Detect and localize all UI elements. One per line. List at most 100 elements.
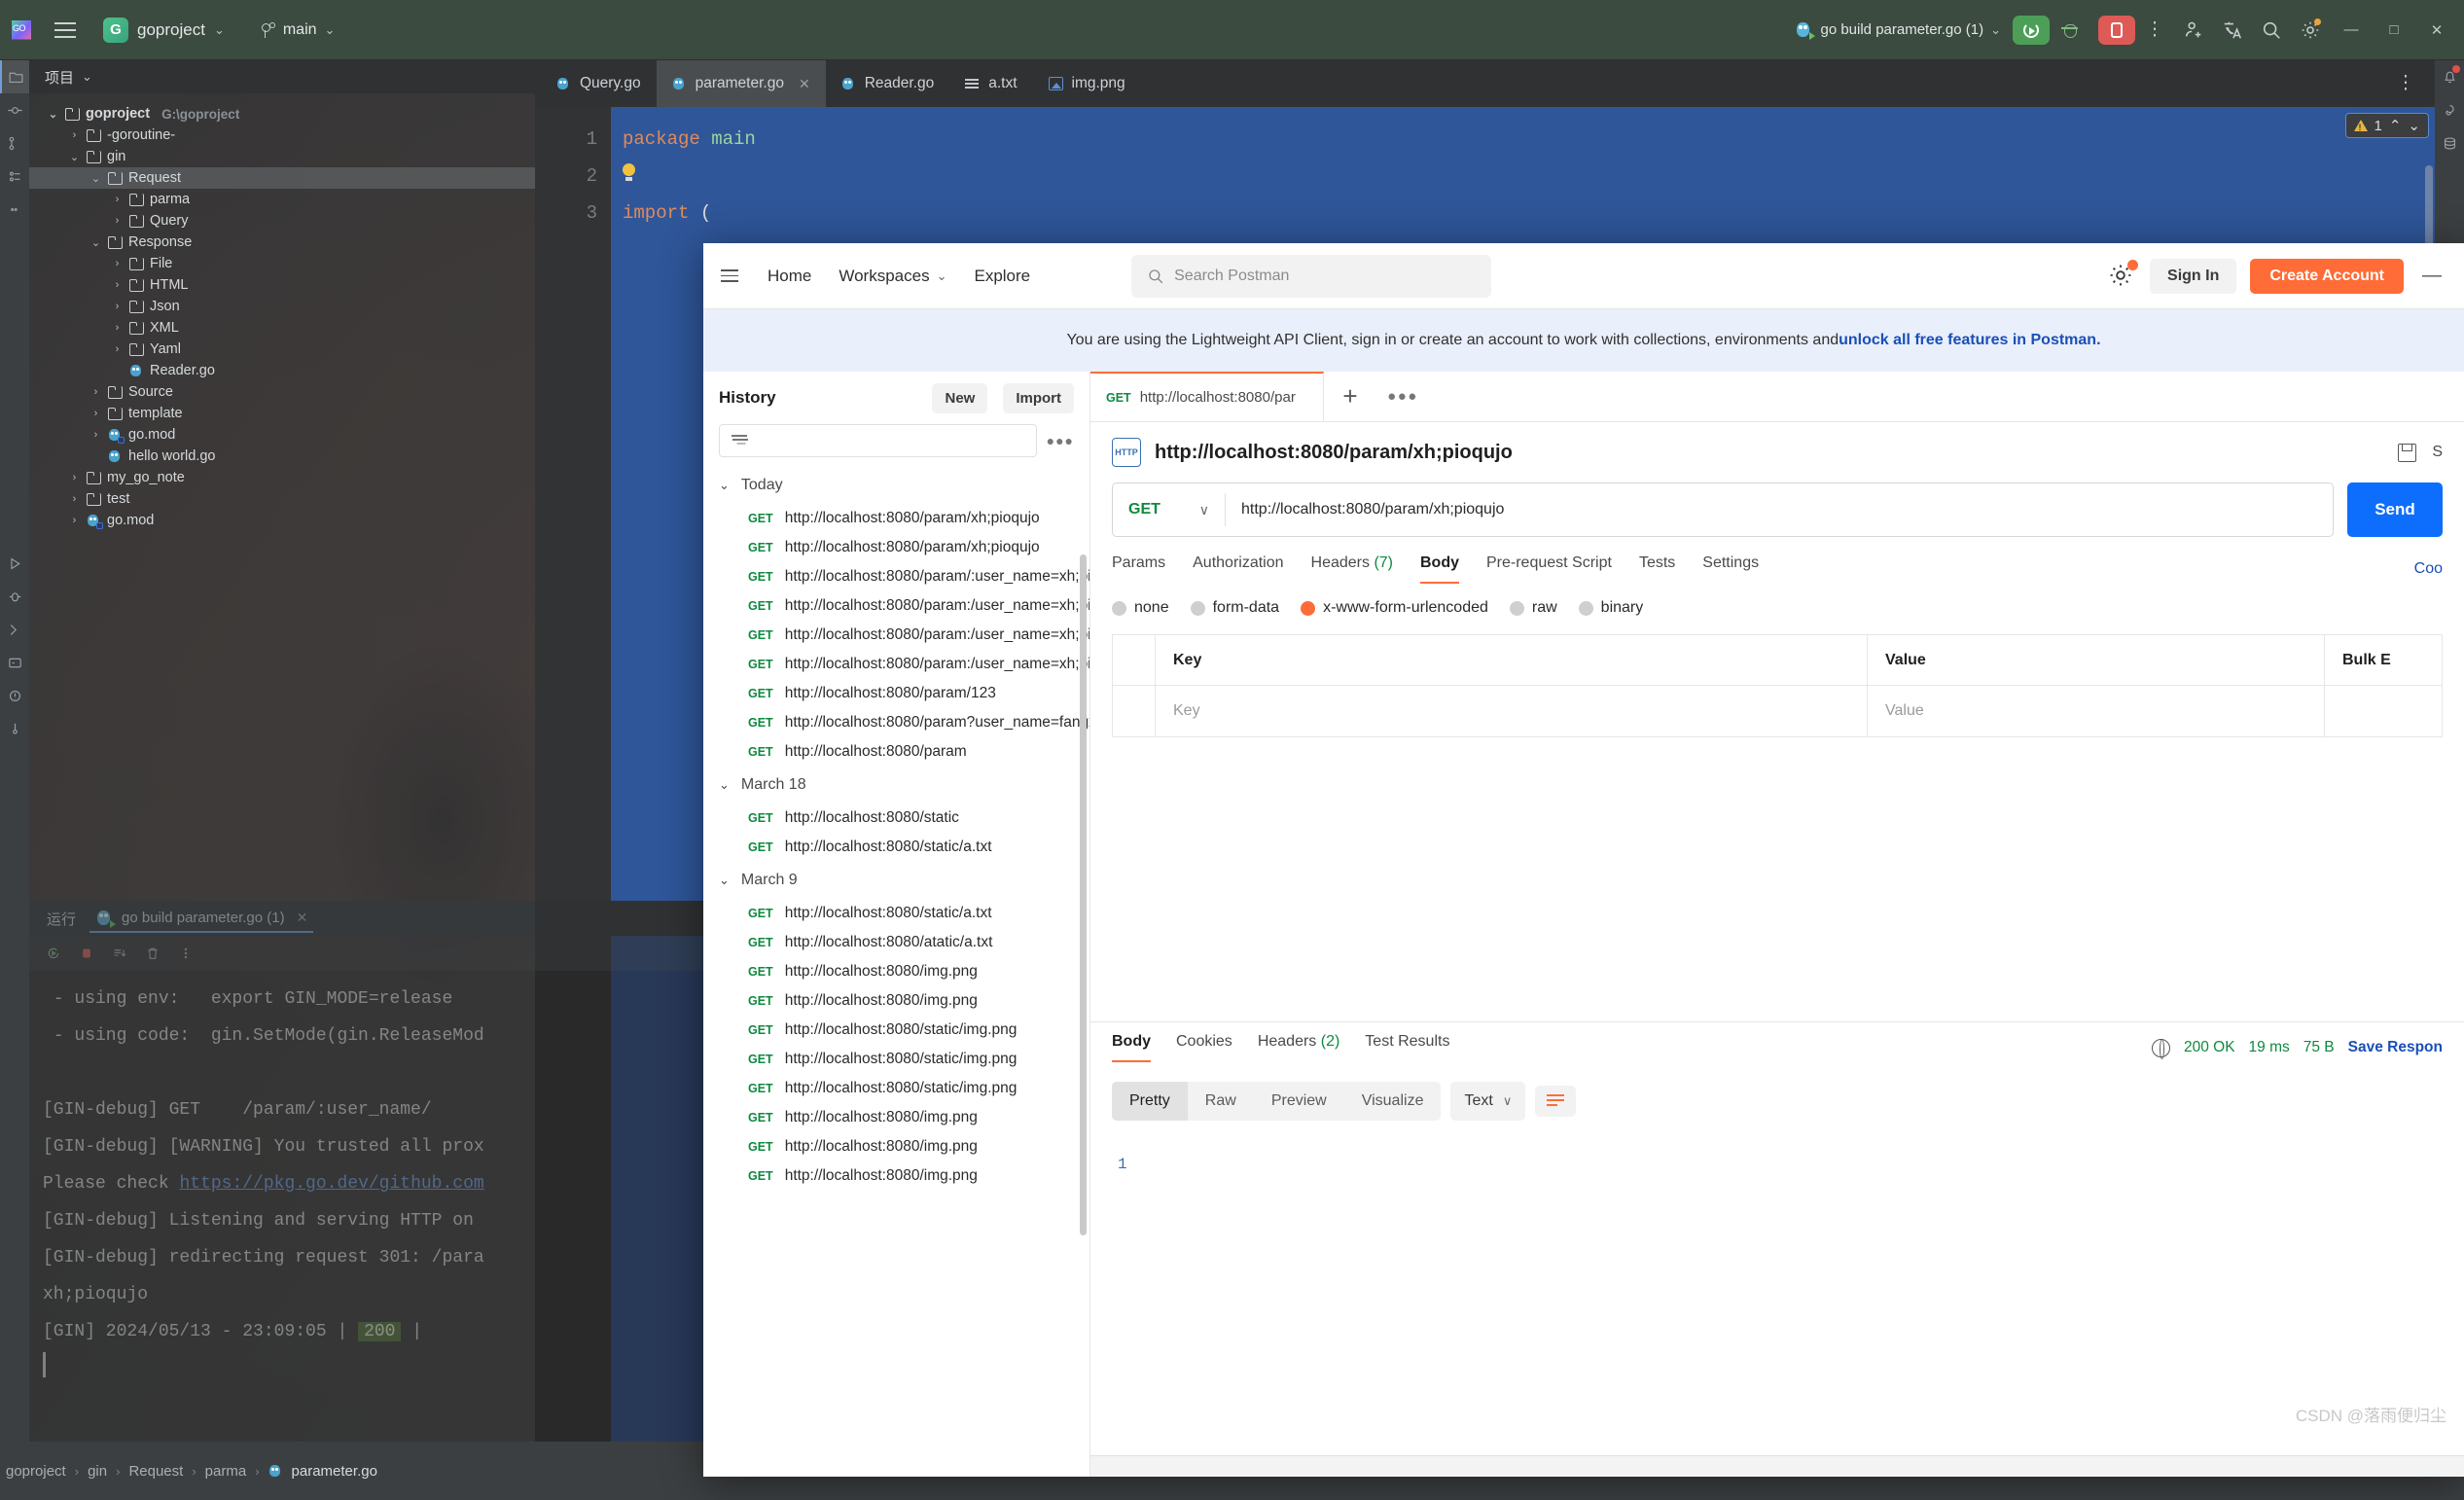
chevron-right-icon[interactable]: › [111,301,124,312]
project-selector[interactable]: G goproject ⌄ [93,14,234,47]
project-file-tree[interactable]: ⌄ goproject G:\goproject › -goroutine- ⌄ gin ⌄ R… [29,93,535,1442]
rail-pull-requests-icon[interactable] [0,126,29,160]
tree-node-hello-world-go[interactable]: hello world.go [29,446,535,467]
history-item[interactable]: GET http://localhost:8080/param/:user_nam… [703,562,1089,591]
history-item[interactable]: GET http://localhost:8080/param:/user_nam… [703,591,1089,621]
sign-in-button[interactable]: Sign In [2150,258,2237,294]
tree-node-request[interactable]: ⌄ Request [29,167,535,189]
request-tab-params[interactable]: Params [1112,554,1165,584]
history-item[interactable]: GET http://localhost:8080/img.png [703,1161,1089,1191]
new-tab-button[interactable]: + [1324,372,1376,421]
breadcrumb[interactable]: goproject › gin › Request › parma › parameter.go [6,1463,377,1480]
debug-button[interactable] [2050,11,2089,50]
response-section-tabs[interactable]: Body Cookies Headers (2) Test Results 200 O… [1090,1033,2464,1062]
project-panel-header[interactable]: 项目 ⌄ [29,60,535,93]
nav-workspaces[interactable]: Workspaces ⌄ [825,259,960,294]
history-item[interactable]: GET http://localhost:8080/static [703,804,1089,833]
chevron-down-icon[interactable]: ⌄ [89,236,102,249]
chevron-down-icon[interactable]: ⌄ [68,151,81,163]
chevron-right-icon[interactable]: › [111,258,124,269]
prev-problem-icon[interactable]: ⌃ [2389,117,2402,134]
editor-tab-query-go[interactable]: Query.go [541,60,657,107]
history-item[interactable]: GET http://localhost:8080/atatic/a.txt [703,928,1089,957]
request-tab-headers[interactable]: Headers (7) [1311,554,1393,584]
word-wrap-button[interactable] [1535,1086,1577,1117]
tree-node-xml[interactable]: › XML [29,317,535,339]
editor-tab-a-txt[interactable]: a.txt [949,60,1032,107]
rail-project-icon[interactable] [0,60,29,93]
body-mode-form-data[interactable]: form-data [1190,599,1279,617]
body-mode-radios[interactable]: none form-data x-www-form-urlencoded raw bin… [1090,584,2464,617]
editor-tab-parameter-go[interactable]: parameter.go ✕ [656,60,826,107]
chevron-right-icon[interactable]: › [68,472,81,483]
response-tab-body[interactable]: Body [1112,1033,1151,1062]
search-input[interactable]: Search Postman [1131,254,1492,298]
history-item[interactable]: GET http://localhost:8080/static/a.txt [703,899,1089,928]
history-item[interactable]: GET http://localhost:8080/img.png [703,957,1089,986]
breadcrumb-item[interactable]: gin [88,1463,107,1480]
tree-node-json[interactable]: › Json [29,296,535,317]
body-mode-x-www-form-urlencoded[interactable]: x-www-form-urlencoded [1301,599,1488,617]
editor-tab-img-png[interactable]: img.png [1033,60,1141,107]
tree-node-my-go-note[interactable]: › my_go_note [29,467,535,488]
chevron-right-icon[interactable]: › [111,215,124,227]
history-item[interactable]: GET http://localhost:8080/img.png [703,986,1089,1016]
banner-link[interactable]: unlock all free features in Postman. [1839,332,2100,349]
chevron-right-icon[interactable]: › [111,279,124,291]
settings-button[interactable] [2107,259,2139,291]
tree-node-source[interactable]: › Source [29,381,535,403]
request-tab-active[interactable]: GET http://localhost:8080/par [1090,372,1324,421]
key-input[interactable]: Key [1156,686,1868,736]
response-tab-test-results[interactable]: Test Results [1365,1033,1449,1062]
editor-tab-bar[interactable]: Query.go parameter.go ✕ Reader.go a.txt img.p… [535,60,2435,107]
create-account-button[interactable]: Create Account [2250,258,2404,294]
send-button[interactable]: Send [2347,482,2443,537]
breadcrumb-item[interactable]: parameter.go [292,1463,377,1480]
rail-structure-icon[interactable] [0,160,29,193]
new-button[interactable]: New [932,382,988,413]
tree-node-parma[interactable]: › parma [29,189,535,210]
tree-node--goroutine-[interactable]: › -goroutine- [29,125,535,146]
rail-more-icon[interactable] [0,193,29,226]
history-item[interactable]: GET http://localhost:8080/param/123 [703,679,1089,708]
response-view-segmented[interactable]: Pretty Raw Preview Visualize [1112,1082,1442,1121]
rail-terminal-icon[interactable] [0,646,29,679]
nav-explore[interactable]: Explore [960,259,1044,294]
branch-selector[interactable]: main ⌄ [250,18,345,43]
chevron-down-icon[interactable]: ⌄ [47,108,59,121]
request-tab-authorization[interactable]: Authorization [1193,554,1283,584]
editor-tab-more-button[interactable]: ⋮ [2386,64,2425,103]
run-configuration-selector[interactable]: go build parameter.go (1) ⌄ [1787,17,2009,43]
ai-assistant-icon[interactable] [2435,93,2464,126]
main-menu-icon[interactable] [43,21,88,38]
history-group-today[interactable]: ⌄ Today [703,467,1089,504]
close-window-button[interactable]: ✕ [2415,11,2458,50]
response-view-visualize[interactable]: Visualize [1344,1082,1442,1121]
tree-node-gin[interactable]: ⌄ gin [29,146,535,167]
url-input[interactable]: http://localhost:8080/param/xh;pioqujo [1226,501,2333,518]
chevron-right-icon[interactable]: › [68,515,81,526]
hamburger-icon[interactable] [721,268,754,283]
request-section-tabs[interactable]: Params Authorization Headers (7) Body Pre-re… [1090,537,2464,584]
history-item[interactable]: GET http://localhost:8080/param/xh;pioquj… [703,533,1089,562]
settings-button[interactable] [2291,11,2330,50]
notifications-bell-icon[interactable] [2435,60,2464,93]
body-mode-raw[interactable]: raw [1509,599,1557,617]
import-button[interactable]: Import [1003,382,1074,413]
history-item[interactable]: GET http://localhost:8080/param:/user_nam… [703,650,1089,679]
body-mode-none[interactable]: none [1112,599,1169,617]
history-item[interactable]: GET http://localhost:8080/param/xh;pioquj… [703,504,1089,533]
request-tab-pre-request-script[interactable]: Pre-request Script [1486,554,1612,584]
history-item[interactable]: GET http://localhost:8080/img.png [703,1103,1089,1132]
intention-bulb-icon[interactable] [623,163,635,181]
response-tab-headers[interactable]: Headers (2) [1258,1033,1339,1062]
rail-debug-icon[interactable] [0,580,29,613]
close-icon[interactable]: ✕ [799,76,810,92]
bulk-edit-link[interactable]: Bulk E [2325,652,2442,669]
request-tab-body[interactable]: Body [1420,554,1459,584]
tree-node-file[interactable]: › File [29,253,535,274]
tree-node-go-mod[interactable]: › go.mod [29,424,535,446]
response-tab-cookies[interactable]: Cookies [1176,1033,1232,1062]
tree-node-yaml[interactable]: › Yaml [29,339,535,360]
tree-node-template[interactable]: › template [29,403,535,424]
